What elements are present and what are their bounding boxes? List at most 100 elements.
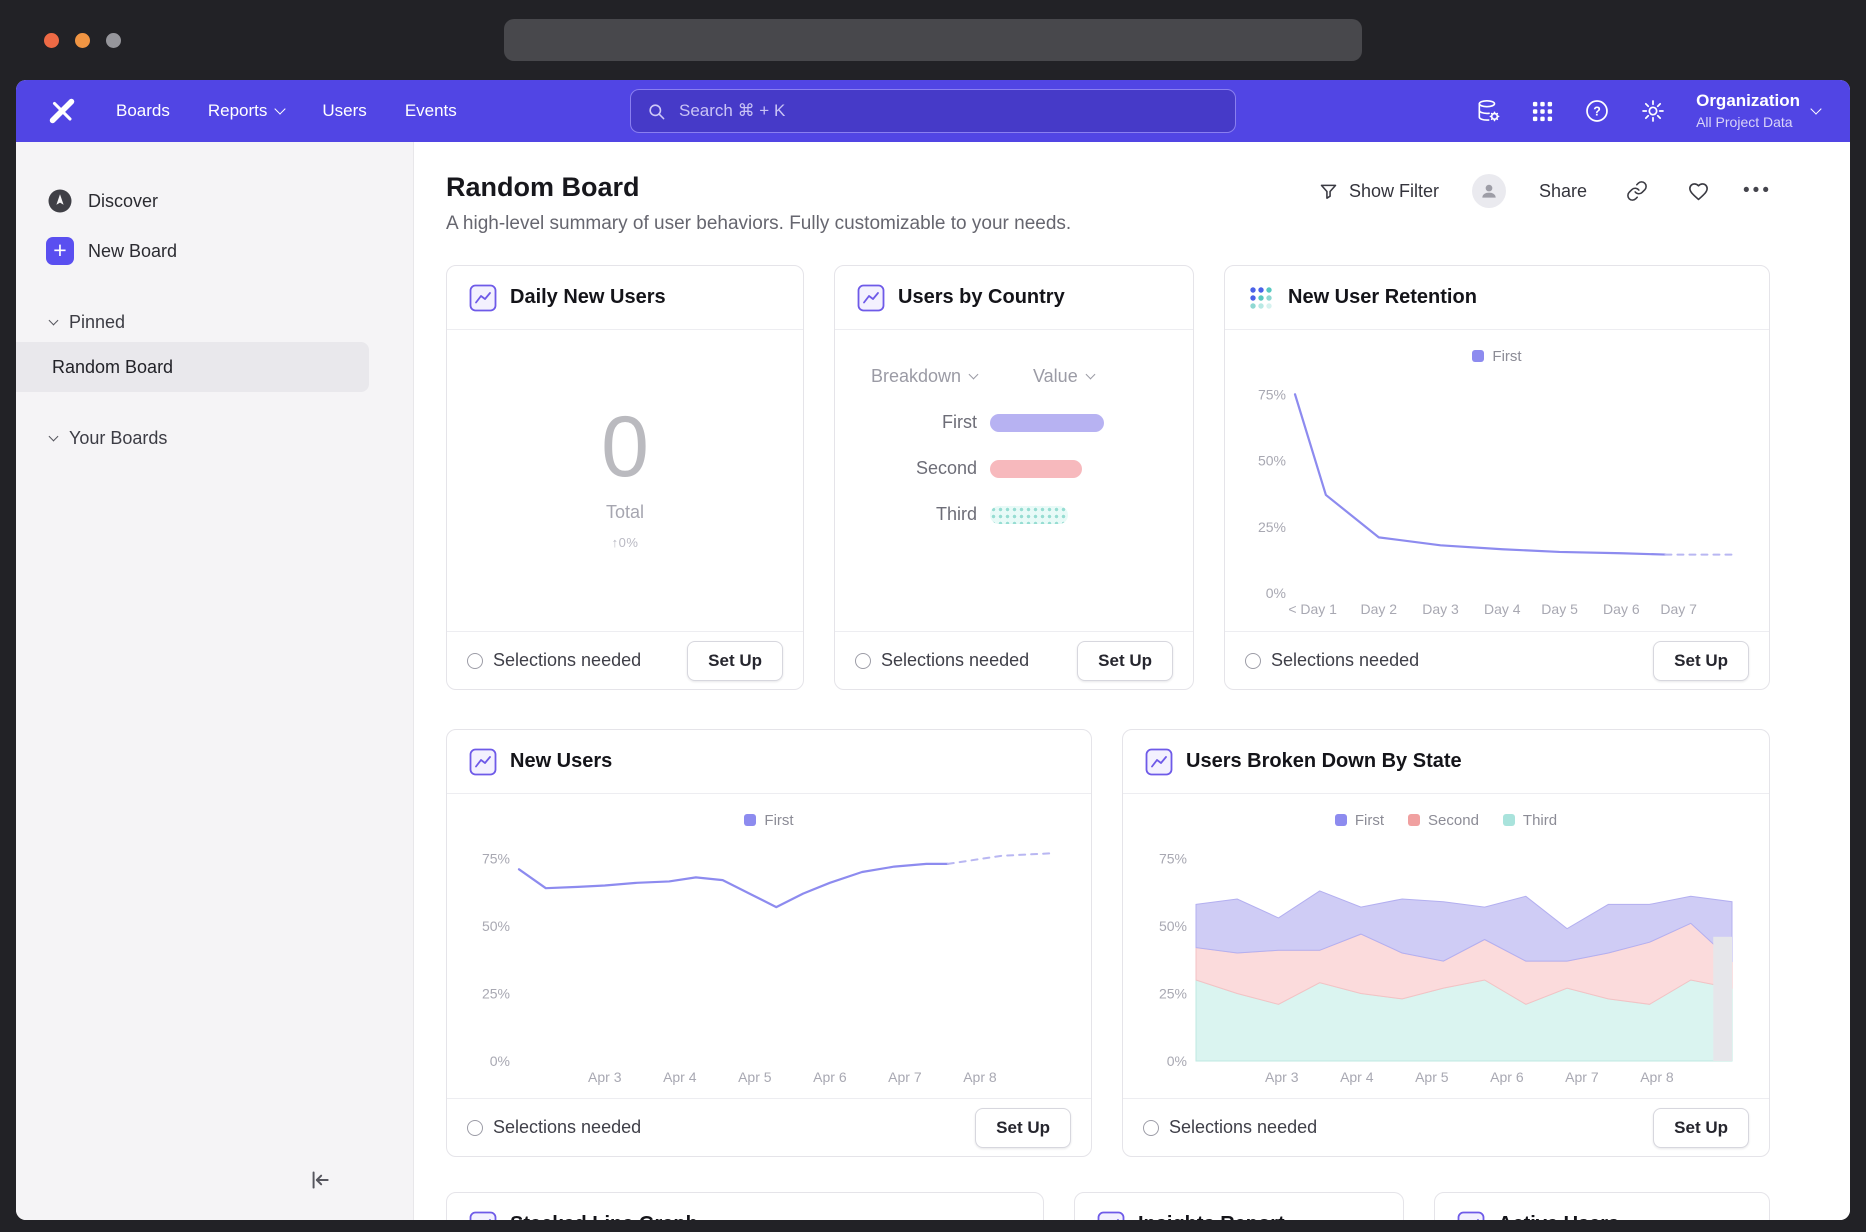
card-body: First 75%50%25%0%< Day 1Day 2Day 3Day 4D… bbox=[1225, 330, 1769, 631]
plus-icon: + bbox=[46, 237, 74, 265]
chart-legend: First bbox=[744, 809, 793, 831]
show-filter-button[interactable]: Show Filter bbox=[1312, 180, 1445, 203]
breakdown-dropdown[interactable]: Breakdown bbox=[871, 366, 977, 387]
card-daily-new-users: Daily New Users 0 Total ↑0% Selections n… bbox=[446, 265, 804, 690]
sidebar-item-new-board[interactable]: + New Board bbox=[16, 226, 413, 276]
maximize-window-button[interactable] bbox=[106, 33, 121, 48]
insights-chart-icon bbox=[469, 748, 497, 776]
by-state-area-chart: 75%50%25%0%Apr 3Apr 4Apr 5Apr 6Apr 7Apr … bbox=[1146, 835, 1746, 1091]
sidebar-item-discover[interactable]: Discover bbox=[16, 176, 413, 226]
card-footer: Selections needed Set Up bbox=[447, 631, 803, 689]
value-dropdown[interactable]: Value bbox=[1033, 366, 1163, 387]
bar-row: Third bbox=[865, 504, 1163, 525]
sidebar-item-random-board[interactable]: Random Board bbox=[16, 342, 369, 392]
card-new-users: New Users First 75%50%25%0%Apr 3Apr 4Apr… bbox=[446, 729, 1092, 1157]
bar-label: Third bbox=[936, 504, 977, 525]
svg-text:Day 4: Day 4 bbox=[1483, 601, 1520, 617]
sidebar-section-your-boards[interactable]: Your Boards bbox=[16, 418, 413, 458]
card-body: 0 Total ↑0% bbox=[447, 322, 803, 631]
status-circle-icon bbox=[855, 653, 871, 669]
svg-text:Day 5: Day 5 bbox=[1541, 601, 1578, 617]
card-users-by-country: Users by Country Breakdown Value bbox=[834, 265, 1194, 690]
nav-item-reports[interactable]: Reports bbox=[208, 101, 285, 121]
org-text: Organization All Project Data bbox=[1696, 91, 1800, 130]
svg-text:25%: 25% bbox=[1159, 986, 1187, 1002]
card-row-2: New Users First 75%50%25%0%Apr 3Apr 4Apr… bbox=[446, 729, 1850, 1157]
selections-needed-status: Selections needed bbox=[855, 650, 1029, 671]
collapse-sidebar-button[interactable] bbox=[302, 1163, 336, 1200]
svg-text:Apr 7: Apr 7 bbox=[1565, 1069, 1599, 1085]
insights-chart-icon bbox=[1145, 748, 1173, 776]
bar-third[interactable] bbox=[990, 506, 1068, 524]
insights-chart-icon bbox=[1097, 1211, 1125, 1221]
search-input[interactable] bbox=[677, 100, 1219, 122]
card-body: Breakdown Value First bbox=[835, 330, 1193, 631]
card-header: Daily New Users bbox=[447, 266, 803, 330]
set-up-button[interactable]: Set Up bbox=[1653, 1108, 1749, 1148]
nav-item-users[interactable]: Users bbox=[322, 101, 366, 121]
sidebar-section-pinned[interactable]: Pinned bbox=[16, 302, 413, 342]
insights-chart-icon bbox=[857, 284, 885, 312]
card-header: New User Retention bbox=[1225, 266, 1769, 330]
url-bar[interactable] bbox=[504, 19, 1362, 61]
data-management-icon[interactable] bbox=[1475, 98, 1501, 124]
insights-chart-icon bbox=[469, 1211, 497, 1221]
app-window: Boards Reports Users Events bbox=[16, 80, 1850, 1220]
close-window-button[interactable] bbox=[44, 33, 59, 48]
card-title: New Users bbox=[510, 750, 612, 773]
avatar[interactable] bbox=[1472, 174, 1506, 208]
card-stacked-line-graph: Stacked Line Graph bbox=[446, 1192, 1044, 1220]
nav-item-events[interactable]: Events bbox=[405, 101, 457, 121]
org-switcher[interactable]: Organization All Project Data bbox=[1696, 91, 1820, 130]
card-footer: Selections needed Set Up bbox=[1225, 631, 1769, 689]
svg-text:50%: 50% bbox=[1257, 453, 1285, 469]
svg-text:< Day 1: < Day 1 bbox=[1288, 601, 1337, 617]
nav-left: Boards Reports Users Events bbox=[46, 95, 457, 127]
settings-gear-icon[interactable] bbox=[1640, 98, 1666, 124]
card-header: Insights Report bbox=[1075, 1193, 1403, 1220]
search-icon bbox=[647, 102, 666, 121]
status-label: Selections needed bbox=[881, 650, 1029, 671]
org-subtitle: All Project Data bbox=[1696, 114, 1800, 131]
metric-delta: ↑0% bbox=[612, 535, 639, 550]
link-icon bbox=[1626, 180, 1648, 202]
favorite-heart-button[interactable] bbox=[1681, 179, 1716, 204]
set-up-button[interactable]: Set Up bbox=[687, 641, 783, 681]
board-actions: Show Filter Share bbox=[1312, 174, 1772, 208]
nav-item-boards[interactable]: Boards bbox=[116, 101, 170, 121]
new-users-line-chart: 75%50%25%0%Apr 3Apr 4Apr 5Apr 6Apr 7Apr … bbox=[469, 835, 1069, 1091]
svg-text:25%: 25% bbox=[1257, 519, 1285, 535]
search-bar[interactable] bbox=[630, 89, 1236, 133]
top-nav: Boards Reports Users Events bbox=[16, 80, 1850, 142]
set-up-button[interactable]: Set Up bbox=[1077, 641, 1173, 681]
bar-first[interactable] bbox=[990, 414, 1104, 432]
set-up-button[interactable]: Set Up bbox=[1653, 641, 1749, 681]
window-titlebar bbox=[0, 0, 1866, 80]
chevron-down-icon bbox=[969, 370, 979, 380]
svg-text:Apr 5: Apr 5 bbox=[738, 1069, 772, 1085]
minimize-window-button[interactable] bbox=[75, 33, 90, 48]
card-title: Users Broken Down By State bbox=[1186, 750, 1462, 773]
svg-text:Apr 3: Apr 3 bbox=[1265, 1069, 1299, 1085]
status-circle-icon bbox=[467, 1120, 483, 1136]
svg-text:Apr 4: Apr 4 bbox=[1340, 1069, 1374, 1085]
breakdown-controls: Breakdown Value bbox=[865, 366, 1163, 387]
help-icon[interactable]: ? bbox=[1584, 98, 1610, 124]
svg-text:0%: 0% bbox=[1167, 1053, 1187, 1069]
window: Boards Reports Users Events bbox=[0, 0, 1866, 1232]
card-title: New User Retention bbox=[1288, 286, 1477, 309]
svg-text:Apr 7: Apr 7 bbox=[888, 1069, 922, 1085]
bar-second[interactable] bbox=[990, 460, 1082, 478]
set-up-button[interactable]: Set Up bbox=[975, 1108, 1071, 1148]
card-active-users: Active Users bbox=[1434, 1192, 1770, 1220]
mixpanel-logo[interactable] bbox=[46, 95, 78, 127]
selections-needed-status: Selections needed bbox=[467, 1117, 641, 1138]
share-button[interactable]: Share bbox=[1533, 180, 1593, 203]
bar-label: First bbox=[942, 412, 977, 433]
svg-text:Apr 8: Apr 8 bbox=[963, 1069, 997, 1085]
svg-text:75%: 75% bbox=[482, 851, 510, 867]
copy-link-button[interactable] bbox=[1620, 179, 1654, 203]
more-options-button[interactable]: ••• bbox=[1743, 180, 1772, 202]
card-title: Insights Report bbox=[1138, 1213, 1285, 1220]
apps-grid-icon[interactable] bbox=[1531, 100, 1554, 123]
